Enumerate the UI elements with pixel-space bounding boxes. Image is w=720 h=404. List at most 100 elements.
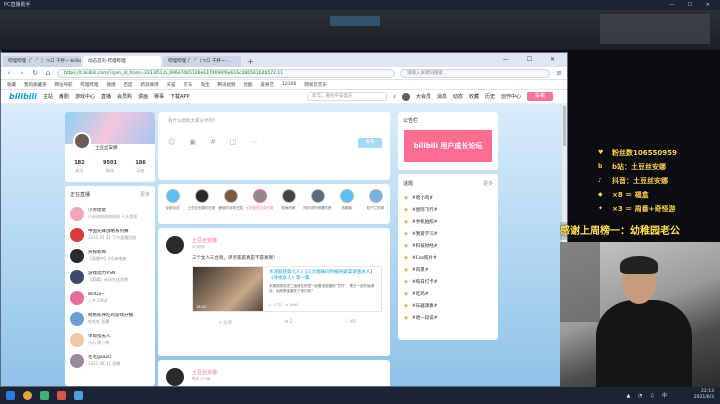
avatar[interactable] [73,132,91,150]
bookmark[interactable]: 12306 [282,82,296,87]
like-button[interactable]: ♡ 45 [345,320,356,326]
topic-item[interactable]: ◉ #哈一段说# [398,313,498,325]
live-item[interactable]: BiliGa~ 上午 23h4 [65,287,155,308]
topic-item[interactable]: ◉ #乐器演奏# [398,301,498,313]
feed-user-name[interactable]: 土豆丝安娜 [192,369,217,376]
live-item-name[interactable]: 网易陈坤吃鸡游戏开播 [88,313,133,318]
video-card[interactable]: 18:04 水泥剧场第七人》【三大姐妹同时被杀疑案调查达人】《寻找女人》第一集 … [192,266,382,312]
schedule-icon[interactable]: ◫ [230,138,251,146]
more-icon[interactable]: ⋯ [250,138,271,146]
bookmark[interactable]: 收藏 [7,82,16,88]
bookmark[interactable]: 百度 [124,82,133,88]
announcement-banner[interactable]: bilibili 用户成长论坛 [404,130,492,162]
nav-item[interactable]: 主站 [43,93,53,100]
avatar[interactable] [70,227,84,242]
clock[interactable]: 22:13 2021/6/3 [694,389,714,401]
video-title[interactable]: 水泥剧场第七人》【三大姐妹同时被杀疑案调查达人】《寻找女人》第一集 [269,270,379,282]
nav-item[interactable]: 赛事 [154,93,164,100]
app-icon[interactable] [40,391,49,400]
right-nav-item[interactable]: 创作中心 [501,93,521,100]
topics-more-link[interactable]: 更多 [483,180,493,187]
avatar[interactable] [70,290,84,305]
profile-name[interactable]: 土豆丝安娜 [95,145,118,151]
bookmark[interactable]: 网址导航 [55,82,73,88]
live-item-name[interactable]: 中国先锋战略系列赛 [88,229,129,234]
avatar[interactable] [70,269,84,284]
avatar[interactable] [70,353,84,368]
topic-icon[interactable]: # [210,138,230,146]
live-item-name[interactable]: 单郎指夫人 [88,334,111,339]
live-item[interactable]: 中国先锋战略系列赛 2021.01.31 下午直播回放 [65,224,155,245]
stat[interactable]: 9501 粉丝 [103,160,117,174]
avatar[interactable] [166,236,184,254]
avatar[interactable] [70,206,84,221]
bookmark[interactable]: 腾讯视频 [218,82,236,88]
topic-item[interactable]: ◉ #风景# [398,265,498,277]
live-more-link[interactable]: 更多 [140,191,150,198]
avatar[interactable] [166,368,184,386]
browser-tab-active[interactable]: 动态首页-哔哩哔哩 [83,56,161,67]
stat[interactable]: 186 动态 [135,160,145,174]
topic-item[interactable]: ◉ #我爱学习# [398,229,498,241]
avatar[interactable] [281,189,296,203]
nav-item[interactable]: 下载APP [170,93,189,100]
window-controls[interactable]: — ☐ ✕ [669,0,716,10]
feed-user-name[interactable]: 土豆丝安娜 [192,237,217,244]
following-item[interactable]: 汤姆猫 [333,189,361,224]
following-item[interactable]: 陆宁兰的家 [362,189,390,224]
live-item[interactable]: 单郎指夫人 小心 周一你 [65,329,155,350]
bookmark[interactable]: 天猫 [167,82,176,88]
following-item[interactable]: 全部动态 [159,189,187,224]
following-item[interactable]: 阿凯说你想看的是 [304,189,332,224]
comment-button[interactable]: ✉ 2 [284,320,292,326]
live-item[interactable]: 网易陈坤吃鸡游戏开播 吃吃吃 直播 [65,308,155,329]
back-icon[interactable]: ‹ [5,69,13,77]
bookmark[interactable]: 微博 [107,82,116,88]
url-field[interactable]: https://t.bilibili.com/?spm_id_from=333.… [57,68,395,78]
composer-input[interactable]: 有什么想和大家分享的？ [168,118,218,124]
avatar[interactable] [194,189,209,203]
home-icon[interactable]: ⌂ [44,69,52,77]
bookmark[interactable]: 爱奇艺 [261,82,275,88]
live-item-name[interactable]: 央视新闻 [88,250,106,255]
browser-search-input[interactable]: 请输入关键词搜索 [400,68,550,78]
right-nav-item[interactable]: 收藏 [469,93,479,100]
topic-item[interactable]: ◉ #哈小鸡# [398,193,498,205]
bookmark[interactable]: 哔哩哔哩 [81,82,99,88]
live-item-name[interactable]: 游戏动力VSN [88,271,115,276]
bookmark[interactable]: 新浪微博 [141,82,159,88]
search-icon[interactable]: ⌕ [393,94,396,100]
live-item-name[interactable]: 毛毛gaa20 [88,355,111,360]
avatar[interactable] [310,189,325,203]
right-nav-item[interactable]: 历史 [485,93,495,100]
avatar[interactable] [339,189,354,203]
avatar[interactable] [223,189,238,203]
following-item[interactable]: 土拨鼠的出洞日常 [246,189,274,224]
browser-tab[interactable]: 哔哩哔哩 (゜-゜)つロ 干杯~-... [163,56,241,67]
share-button[interactable]: ↗ 分享 [218,320,232,326]
forward-icon[interactable]: › [18,69,26,77]
app-icon[interactable] [57,391,66,400]
avatar[interactable] [70,248,84,263]
bookmark[interactable]: 淘宝 [201,82,210,88]
bilibili-logo[interactable]: bilibili [9,92,37,101]
nav-item[interactable]: 漫画 [138,93,148,100]
browser-icon[interactable] [23,391,32,400]
live-item-name[interactable]: BiliGa~ [88,292,105,297]
nav-item[interactable]: 会员购 [117,93,132,100]
following-item[interactable]: 鹿晗的动物王国 [217,189,245,224]
right-nav-item[interactable]: 动态 [453,93,463,100]
menu-icon[interactable]: ≡ [555,69,563,77]
right-nav-item[interactable]: 大会员 [416,93,431,100]
following-item[interactable]: 陆龟的家 [275,189,303,224]
bookmark[interactable]: 我的收藏夹 [24,82,47,88]
topic-item[interactable]: ◉ #科技财经# [398,241,498,253]
bookmark[interactable]: 京东 [184,82,193,88]
avatar[interactable] [165,189,180,203]
user-avatar[interactable] [401,92,410,101]
avatar[interactable] [252,189,267,203]
video-thumbnail[interactable]: 18:04 [193,267,263,311]
system-tray[interactable]: ▲ ◔ ♫ 中 [627,392,670,399]
publish-button[interactable]: 发布 [358,138,382,148]
topic-item[interactable]: ◉ #每日打卡# [398,277,498,289]
